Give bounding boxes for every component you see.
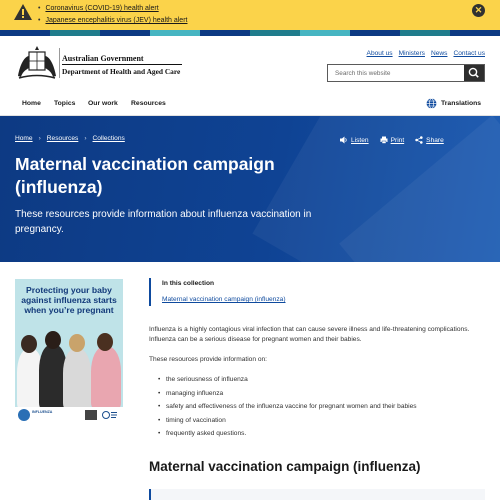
alert-bar: Coronavirus (COVID-19) health alert Japa… <box>0 0 500 30</box>
list-item: frequently asked questions. <box>158 430 417 444</box>
logo-rule <box>62 64 182 65</box>
search-button[interactable] <box>464 65 484 81</box>
poster-figure <box>45 331 61 349</box>
campaign-poster-image[interactable]: Protecting your baby against influenza s… <box>15 279 123 427</box>
list-item: the seriousness of influenza <box>158 376 417 390</box>
logo-divider <box>59 48 60 78</box>
poster-program-logo-icon <box>102 411 117 419</box>
breadcrumb-separator: › <box>84 135 87 142</box>
speaker-icon <box>340 136 347 144</box>
breadcrumb-resources[interactable]: Resources <box>47 135 79 142</box>
page-tools: Listen Print Share <box>340 136 444 144</box>
search-input[interactable] <box>328 65 465 81</box>
utility-link-news[interactable]: News <box>431 50 448 57</box>
poster-footer-text: INFLUENZA <box>32 410 53 414</box>
alert-link-covid[interactable]: Coronavirus (COVID-19) health alert <box>45 5 158 12</box>
poster-figure <box>69 334 85 352</box>
crest-icon[interactable] <box>15 46 59 80</box>
alert-list: Coronavirus (COVID-19) health alert Japa… <box>38 3 187 27</box>
print-tool[interactable]: Print <box>380 136 405 144</box>
listen-link[interactable]: Listen <box>351 137 369 144</box>
in-this-collection: In this collection Maternal vaccination … <box>149 278 485 306</box>
breadcrumb: Home › Resources › Collections <box>15 135 125 142</box>
list-item: managing influenza <box>158 390 417 404</box>
alert-item: Coronavirus (COVID-19) health alert <box>38 3 187 15</box>
poster-badge-icon <box>18 409 30 421</box>
poster-figure <box>97 333 113 351</box>
translations-label: Translations <box>441 100 482 107</box>
hero-banner: Home › Resources › Collections Listen Pr… <box>0 116 500 262</box>
close-icon[interactable]: ✕ <box>472 4 485 17</box>
collection-title: In this collection <box>162 280 215 287</box>
nav-item-resources[interactable]: Resources <box>131 100 166 107</box>
poster-figure <box>21 335 37 353</box>
warning-icon <box>14 4 32 20</box>
page-description: These resources provide information abou… <box>15 209 312 235</box>
intro-paragraph: Influenza is a highly contagious viral i… <box>149 326 470 343</box>
breadcrumb-separator: › <box>38 135 41 142</box>
search-icon <box>468 67 479 78</box>
poster-figure <box>91 347 121 409</box>
poster-title: Protecting your baby against influenza s… <box>21 285 117 315</box>
utility-link-about[interactable]: About us <box>367 50 393 57</box>
listen-tool[interactable]: Listen <box>340 136 369 144</box>
government-name[interactable]: Australian Government <box>62 54 144 63</box>
share-icon <box>415 136 423 144</box>
callout-box <box>149 489 485 500</box>
site-header: Australian Government Department of Heal… <box>0 36 500 91</box>
nav-item-topics[interactable]: Topics <box>54 100 75 107</box>
share-tool[interactable]: Share <box>415 136 444 144</box>
print-link[interactable]: Print <box>391 137 405 144</box>
breadcrumb-collections[interactable]: Collections <box>93 135 125 142</box>
utility-link-contact[interactable]: Contact us <box>453 50 485 57</box>
topics-list: the seriousness of influenza managing in… <box>158 376 417 444</box>
translations-button[interactable]: Translations <box>426 98 481 109</box>
poster-figure <box>63 349 91 409</box>
utility-nav: About us Ministers News Contact us <box>367 50 485 57</box>
collection-link[interactable]: Maternal vaccination campaign (influenza… <box>162 296 286 303</box>
utility-link-ministers[interactable]: Ministers <box>399 50 425 57</box>
main-nav: Home Topics Our work Resources Translati… <box>0 91 500 116</box>
breadcrumb-home[interactable]: Home <box>15 135 33 142</box>
section-heading: Maternal vaccination campaign (influenza… <box>149 459 421 474</box>
department-name[interactable]: Department of Health and Aged Care <box>62 67 180 76</box>
share-link[interactable]: Share <box>426 137 444 144</box>
list-item: safety and effectiveness of the influenz… <box>158 403 417 417</box>
search-box <box>327 64 485 82</box>
resources-intro: These resources provide information on: <box>149 356 268 363</box>
globe-icon <box>426 98 437 109</box>
alert-item: Japanese encephalitis virus (JEV) health… <box>38 15 187 27</box>
nav-item-our-work[interactable]: Our work <box>88 100 118 107</box>
alert-link-jev[interactable]: Japanese encephalitis virus (JEV) health… <box>45 17 187 24</box>
page-title: Maternal vaccination campaign (influenza… <box>15 154 275 197</box>
list-item: timing of vaccination <box>158 417 417 431</box>
poster-crest-icon <box>85 410 97 420</box>
nav-item-home[interactable]: Home <box>22 100 41 107</box>
print-icon <box>380 136 388 144</box>
